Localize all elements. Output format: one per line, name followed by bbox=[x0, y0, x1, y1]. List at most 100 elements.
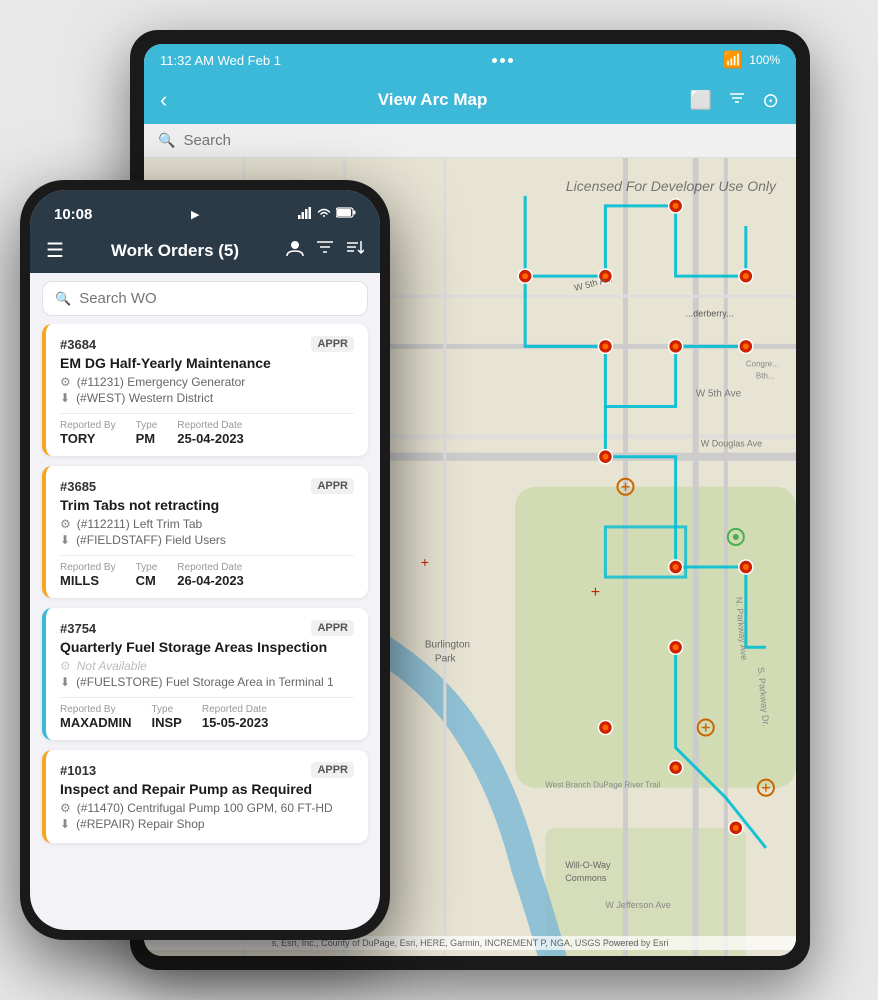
wo-id: #1013 bbox=[60, 763, 96, 778]
phone-status-icons bbox=[298, 207, 356, 222]
wo-divider bbox=[60, 413, 354, 414]
tablet-search-input[interactable] bbox=[183, 132, 782, 149]
wo-reported-by-col: Reported By TORY bbox=[60, 420, 116, 446]
battery-phone-icon bbox=[336, 207, 356, 221]
filter-icon[interactable] bbox=[728, 89, 746, 112]
phone-nav-title: Work Orders (5) bbox=[76, 241, 274, 261]
wo-date-value: 26-04-2023 bbox=[177, 573, 244, 588]
tablet-status-bar: 11:32 AM Wed Feb 1 📶 100% bbox=[144, 44, 796, 76]
wo-reported-by-col: Reported By MILLS bbox=[60, 562, 116, 588]
svg-text:West Branch DuPage River Trail: West Branch DuPage River Trail bbox=[545, 781, 660, 790]
wo-card-header: #3685 APPR bbox=[60, 478, 354, 494]
wo-reported-by-col: Reported By MAXADMIN bbox=[60, 704, 132, 730]
wo-divider bbox=[60, 697, 354, 698]
svg-text:Bth...: Bth... bbox=[756, 371, 775, 380]
phone-location-icon: ▶ bbox=[191, 208, 199, 221]
tablet-status-icons: 📶 100% bbox=[723, 50, 780, 70]
location-icon: ⬇ bbox=[60, 533, 70, 547]
signal-icon bbox=[298, 207, 312, 222]
wo-card-header: #3754 APPR bbox=[60, 620, 354, 636]
wo-date-label: Reported Date bbox=[177, 420, 244, 431]
wo-asset-line: ⚙ Not Available bbox=[60, 659, 354, 673]
map-watermark: Licensed For Developer Use Only bbox=[566, 178, 776, 194]
search-icon: 🔍 bbox=[158, 132, 175, 149]
wo-title: Quarterly Fuel Storage Areas Inspection bbox=[60, 639, 354, 655]
hamburger-menu-button[interactable]: ☰ bbox=[46, 238, 64, 263]
person-nav-icon[interactable] bbox=[286, 239, 304, 262]
wo-details-row: Reported By MILLS Type CM Reported Date … bbox=[60, 562, 354, 588]
sort-nav-icon[interactable] bbox=[346, 239, 364, 262]
wo-reported-by-value: TORY bbox=[60, 431, 116, 446]
wo-type-value: CM bbox=[136, 573, 158, 588]
wo-id: #3754 bbox=[60, 621, 96, 636]
wo-id: #3684 bbox=[60, 337, 96, 352]
tablet-status-dots bbox=[492, 58, 513, 63]
wo-asset-text: (#11470) Centrifugal Pump 100 GPM, 60 FT… bbox=[77, 801, 333, 815]
location-icon: ⬇ bbox=[60, 817, 70, 831]
wo-type-label: Type bbox=[152, 704, 182, 715]
phone-search-bar: 🔍 bbox=[42, 281, 368, 316]
wo-date-label: Reported Date bbox=[202, 704, 269, 715]
square-icon[interactable]: ⬜ bbox=[690, 90, 712, 111]
work-order-card-1013[interactable]: #1013 APPR Inspect and Repair Pump as Re… bbox=[42, 750, 368, 843]
phone-time: 10:08 bbox=[54, 206, 92, 223]
tablet-nav-title: View Arc Map bbox=[175, 90, 689, 110]
wo-location-line: ⬇ (#FUELSTORE) Fuel Storage Area in Term… bbox=[60, 675, 354, 689]
wo-location-line: ⬇ (#WEST) Western District bbox=[60, 391, 354, 405]
svg-text:Park: Park bbox=[435, 653, 457, 664]
wo-type-value: PM bbox=[136, 431, 158, 446]
phone-screen: 10:08 ▶ ☰ Work Orders (5) bbox=[30, 190, 380, 930]
work-order-card-3754[interactable]: #3754 APPR Quarterly Fuel Storage Areas … bbox=[42, 608, 368, 740]
location-icon: ⬇ bbox=[60, 675, 70, 689]
svg-text:Burlington: Burlington bbox=[425, 639, 470, 650]
work-order-card-3684[interactable]: #3684 APPR EM DG Half-Yearly Maintenance… bbox=[42, 324, 368, 456]
svg-text:Commons: Commons bbox=[565, 873, 607, 883]
phone-nav-bar: ☰ Work Orders (5) bbox=[30, 232, 380, 273]
wo-asset-line: ⚙ (#11470) Centrifugal Pump 100 GPM, 60 … bbox=[60, 801, 354, 815]
wo-reported-by-value: MILLS bbox=[60, 573, 116, 588]
wo-id: #3685 bbox=[60, 479, 96, 494]
wo-reported-by-value: MAXADMIN bbox=[60, 715, 132, 730]
wo-card-header: #3684 APPR bbox=[60, 336, 354, 352]
search-wo-input[interactable] bbox=[79, 290, 355, 307]
svg-text:W 5th Ave: W 5th Ave bbox=[696, 389, 742, 400]
wo-title: Trim Tabs not retracting bbox=[60, 497, 354, 513]
wo-date-value: 25-04-2023 bbox=[177, 431, 244, 446]
wo-title: EM DG Half-Yearly Maintenance bbox=[60, 355, 354, 371]
wo-divider bbox=[60, 555, 354, 556]
wo-location-line: ⬇ (#FIELDSTAFF) Field Users bbox=[60, 533, 354, 547]
tablet-nav-actions: ⬜ ⊙ bbox=[690, 88, 780, 113]
tablet-nav-bar: ‹ View Arc Map ⬜ ⊙ bbox=[144, 76, 796, 124]
wo-badge: APPR bbox=[311, 336, 354, 352]
asset-icon: ⚙ bbox=[60, 375, 71, 389]
wo-title: Inspect and Repair Pump as Required bbox=[60, 781, 354, 797]
svg-text:...derberry...: ...derberry... bbox=[686, 308, 734, 318]
wo-asset-line: ⚙ (#11231) Emergency Generator bbox=[60, 375, 354, 389]
wo-asset-text: Not Available bbox=[77, 659, 147, 673]
filter-nav-icon[interactable] bbox=[316, 239, 334, 262]
phone-device: 10:08 ▶ ☰ Work Orders (5) bbox=[20, 180, 390, 940]
work-order-card-3685[interactable]: #3685 APPR Trim Tabs not retracting ⚙ (#… bbox=[42, 466, 368, 598]
wifi-phone-icon bbox=[317, 207, 331, 221]
wo-type-col: Type INSP bbox=[152, 704, 182, 730]
battery-label: 100% bbox=[749, 53, 780, 67]
wo-badge: APPR bbox=[311, 478, 354, 494]
asset-icon: ⚙ bbox=[60, 659, 71, 673]
wo-type-label: Type bbox=[136, 562, 158, 573]
wo-date-col: Reported Date 26-04-2023 bbox=[177, 562, 244, 588]
more-icon[interactable]: ⊙ bbox=[762, 88, 780, 113]
back-button[interactable]: ‹ bbox=[160, 87, 167, 113]
wo-location-text: (#FUELSTORE) Fuel Storage Area in Termin… bbox=[76, 675, 334, 689]
wo-type-col: Type PM bbox=[136, 420, 158, 446]
svg-text:+: + bbox=[421, 554, 429, 570]
asset-icon: ⚙ bbox=[60, 517, 71, 531]
wo-badge: APPR bbox=[311, 762, 354, 778]
wo-location-line: ⬇ (#REPAIR) Repair Shop bbox=[60, 817, 354, 831]
svg-text:W Douglas Ave: W Douglas Ave bbox=[701, 439, 762, 449]
wo-card-header: #1013 APPR bbox=[60, 762, 354, 778]
svg-text:Congre...: Congre... bbox=[746, 359, 779, 368]
wo-asset-line: ⚙ (#112211) Left Trim Tab bbox=[60, 517, 354, 531]
wo-details-row: Reported By MAXADMIN Type INSP Reported … bbox=[60, 704, 354, 730]
wo-location-text: (#REPAIR) Repair Shop bbox=[76, 817, 205, 831]
asset-icon: ⚙ bbox=[60, 801, 71, 815]
